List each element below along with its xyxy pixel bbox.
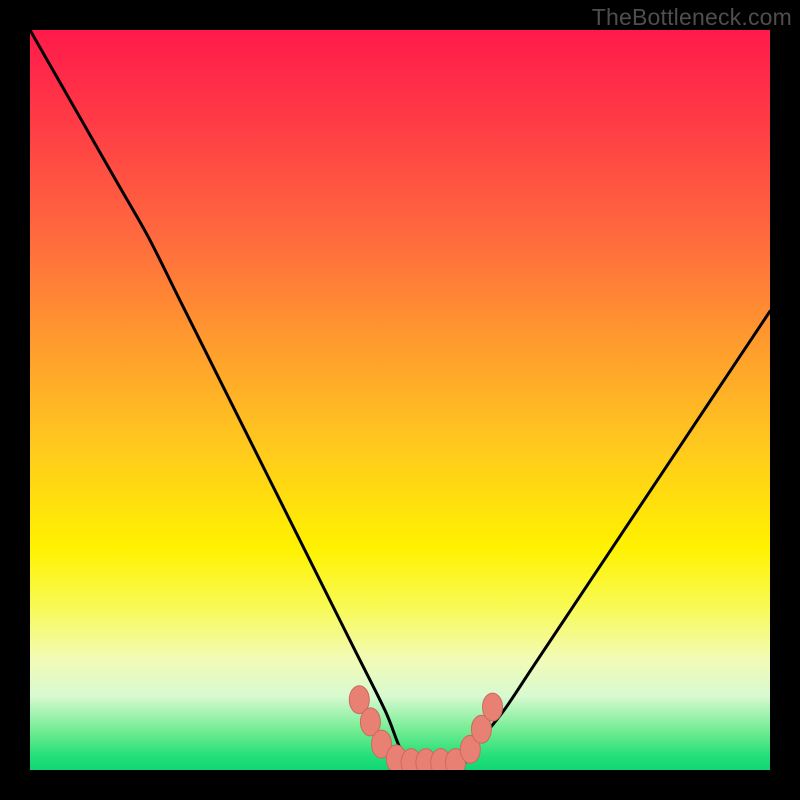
plot-area bbox=[30, 30, 770, 770]
curve-marker bbox=[483, 693, 503, 721]
bottleneck-curve bbox=[30, 30, 770, 770]
chart-frame: TheBottleneck.com bbox=[0, 0, 800, 800]
marker-group bbox=[349, 686, 502, 770]
watermark-text: TheBottleneck.com bbox=[592, 4, 792, 31]
curve-svg bbox=[30, 30, 770, 770]
